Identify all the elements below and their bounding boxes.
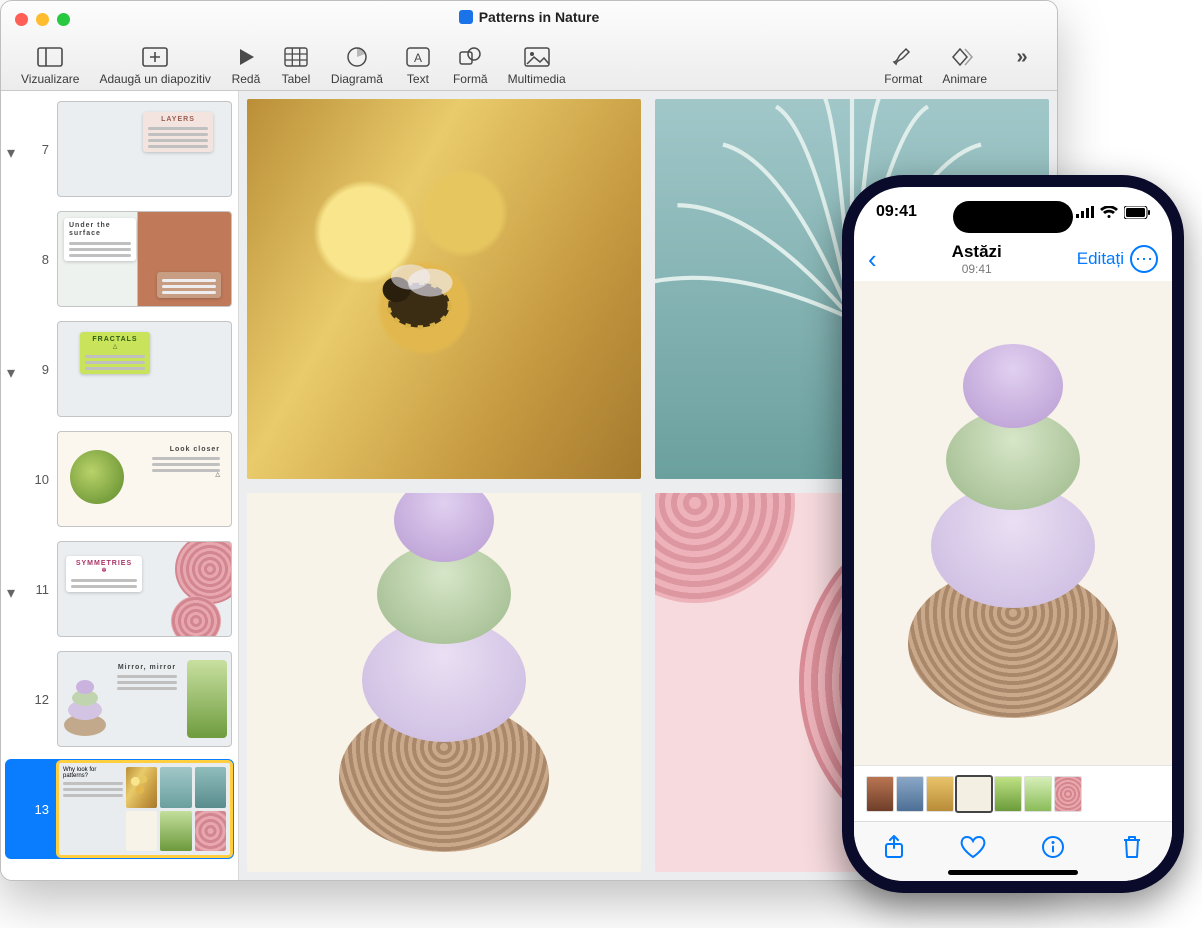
canvas-image-honeycomb[interactable]: [247, 99, 641, 479]
diamond-icon: [950, 46, 980, 68]
toolbar-label: Animare: [942, 72, 987, 86]
chevron-down-icon[interactable]: ▾: [7, 143, 19, 155]
photo-viewer[interactable]: [854, 281, 1172, 765]
plus-icon: [140, 46, 170, 68]
slide-number: 13: [27, 802, 49, 817]
table-icon: [281, 46, 311, 68]
slide-thumb-13[interactable]: ▾ 13 Why look for patterns?: [5, 759, 234, 859]
slide-thumb-9[interactable]: ▾ 9 FRACTALS △: [5, 319, 234, 419]
filmstrip-thumb[interactable]: [1024, 776, 1052, 812]
toolbar-table-button[interactable]: Tabel: [271, 46, 321, 86]
toolbar-label: Tabel: [282, 72, 311, 86]
chevron-down-icon[interactable]: ▾: [7, 363, 19, 375]
iphone-device: 09:41 ‹ Astăzi 09:41 Editați ⋯: [842, 175, 1184, 893]
toolbar-text-button[interactable]: A Text: [393, 46, 443, 86]
thumb-title: Look closer: [152, 446, 220, 454]
toolbar-label: Redă: [232, 72, 261, 86]
slide-thumb-10[interactable]: ▾ 10 Look closer △: [5, 429, 234, 529]
media-icon: [522, 46, 552, 68]
filmstrip-thumb[interactable]: [926, 776, 954, 812]
slide-thumbnail: LAYERS: [57, 101, 232, 197]
filmstrip-thumb[interactable]: [1054, 776, 1082, 812]
share-button[interactable]: [881, 834, 907, 860]
home-indicator[interactable]: [948, 870, 1078, 875]
thumb-title: Mirror, mirror: [117, 664, 177, 672]
slide-number: 11: [27, 582, 49, 597]
iphone-screen: 09:41 ‹ Astăzi 09:41 Editați ⋯: [854, 187, 1172, 881]
toolbar-label: Formă: [453, 72, 488, 86]
toolbar-view-button[interactable]: Vizualizare: [11, 46, 89, 86]
more-options-button[interactable]: ⋯: [1130, 245, 1158, 273]
brush-icon: [888, 46, 918, 68]
slide-thumb-7[interactable]: ▾ 7 LAYERS: [5, 99, 234, 199]
slide-thumb-8[interactable]: ▾ 8 Under the surface: [5, 209, 234, 309]
photo-filmstrip[interactable]: [854, 765, 1172, 821]
photos-heading: Astăzi: [883, 242, 1071, 262]
slide-number: 8: [27, 252, 49, 267]
slide-thumbnail: Look closer △: [57, 431, 232, 527]
chevron-down-icon[interactable]: ▾: [7, 583, 19, 595]
photos-nav-header: ‹ Astăzi 09:41 Editați ⋯: [854, 237, 1172, 281]
slide-number: 9: [27, 362, 49, 377]
filmstrip-thumb[interactable]: [896, 776, 924, 812]
toolbar-play-button[interactable]: Redă: [221, 46, 271, 86]
view-icon: [35, 46, 65, 68]
slide-thumbnail: FRACTALS △: [57, 321, 232, 417]
wifi-icon: [1100, 206, 1118, 219]
toolbar-shape-button[interactable]: Formă: [443, 46, 498, 86]
toolbar-media-button[interactable]: Multimedia: [498, 46, 576, 86]
shape-icon: [455, 46, 485, 68]
slide-thumbnail: Mirror, mirror: [57, 651, 232, 747]
toolbar-label: Format: [884, 72, 922, 86]
photos-subheading: 09:41: [883, 262, 1071, 276]
slide-number: 10: [27, 472, 49, 487]
play-icon: [231, 46, 261, 68]
slide-thumb-11[interactable]: ▾ 11 SYMMETRIES ✽: [5, 539, 234, 639]
chevron-double-right-icon: »: [1007, 46, 1037, 68]
thumb-title: Why look for patterns?: [63, 767, 123, 779]
toolbar-animate-button[interactable]: Animare: [932, 46, 997, 86]
info-button[interactable]: [1040, 834, 1066, 860]
titlebar: Patterns in Nature Vizualizare Adaugă un…: [1, 1, 1057, 91]
toolbar-label: Diagramă: [331, 72, 383, 86]
slide-navigator[interactable]: ▾ 7 LAYERS ▾ 8 Unde: [1, 91, 239, 880]
battery-icon: [1124, 206, 1150, 219]
edit-button[interactable]: Editați: [1077, 249, 1124, 269]
toolbar: Vizualizare Adaugă un diapozitiv Redă Ta…: [1, 46, 1057, 86]
filmstrip-thumb[interactable]: [994, 776, 1022, 812]
thumb-title: LAYERS: [148, 116, 208, 124]
thumb-title: FRACTALS: [85, 336, 145, 344]
toolbar-add-slide-button[interactable]: Adaugă un diapozitiv: [89, 46, 220, 86]
favorite-button[interactable]: [960, 834, 986, 860]
toolbar-chart-button[interactable]: Diagramă: [321, 46, 393, 86]
svg-text:A: A: [414, 51, 422, 65]
slide-thumbnail: Why look for patterns?: [57, 761, 232, 857]
canvas-image-urchin-stack[interactable]: [247, 493, 641, 873]
window-title: Patterns in Nature: [1, 9, 1057, 25]
slide-thumbnail: SYMMETRIES ✽: [57, 541, 232, 637]
toolbar-label: Text: [407, 72, 429, 86]
back-button[interactable]: ‹: [868, 244, 877, 275]
thumb-title: Under the surface: [69, 222, 131, 239]
toolbar-overflow-button[interactable]: »: [997, 46, 1047, 86]
slide-thumbnail: Under the surface: [57, 211, 232, 307]
slide-thumb-12[interactable]: ▾ 12 Mirror, mirror: [5, 649, 234, 749]
signal-icon: [1076, 206, 1094, 218]
slide-number: 7: [27, 142, 49, 157]
filmstrip-thumb[interactable]: [956, 776, 992, 812]
textbox-icon: A: [403, 46, 433, 68]
toolbar-label: Vizualizare: [21, 72, 79, 86]
toolbar-label: Multimedia: [508, 72, 566, 86]
delete-button[interactable]: [1119, 834, 1145, 860]
toolbar-format-button[interactable]: Format: [874, 46, 932, 86]
dynamic-island: [953, 201, 1073, 233]
filmstrip-thumb[interactable]: [866, 776, 894, 812]
status-time: 09:41: [876, 203, 917, 221]
pie-chart-icon: [342, 46, 372, 68]
slide-number: 12: [27, 692, 49, 707]
toolbar-label: Adaugă un diapozitiv: [99, 72, 210, 86]
